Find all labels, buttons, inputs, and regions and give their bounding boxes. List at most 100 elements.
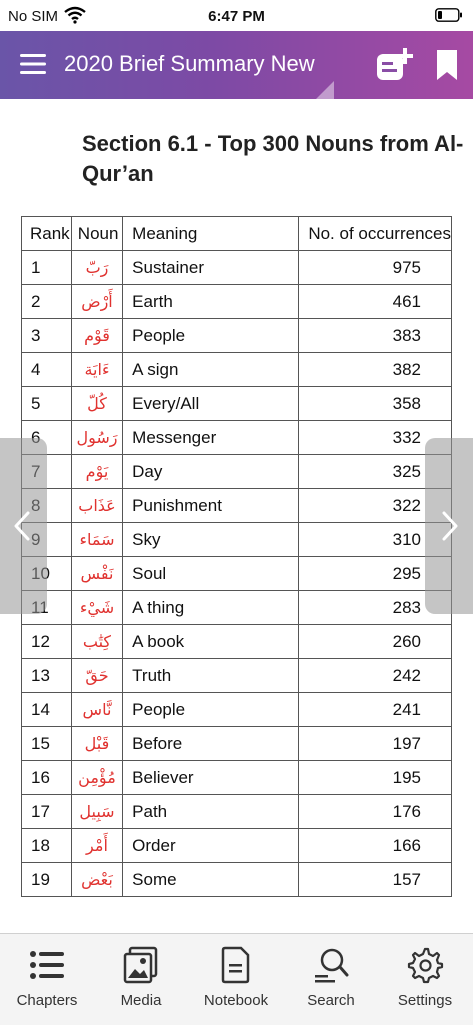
meaning-cell: A book bbox=[122, 624, 300, 659]
noun-cell: رَبّ bbox=[70, 250, 124, 285]
meaning-cell: Believer bbox=[122, 760, 300, 795]
noun-cell: حَقّ bbox=[70, 658, 124, 693]
occurrences-cell: 157 bbox=[298, 862, 452, 897]
document-icon bbox=[221, 946, 250, 984]
noun-cell: أَمْر bbox=[70, 828, 124, 863]
table-row: 15 قَبْل Before 197 bbox=[21, 726, 452, 761]
rank-cell: 3 bbox=[21, 318, 72, 353]
occurrences-cell: 241 bbox=[298, 692, 452, 727]
noun-cell: ءَايَة bbox=[70, 352, 124, 387]
meaning-cell: Earth bbox=[122, 284, 300, 319]
table-row: 5 كُلّ Every/All 358 bbox=[21, 386, 452, 421]
menu-icon[interactable] bbox=[20, 53, 46, 75]
noun-cell: شَيْء bbox=[70, 590, 124, 625]
meaning-cell: Path bbox=[122, 794, 300, 829]
table-row: 16 مُؤْمِن Believer 195 bbox=[21, 760, 452, 795]
rank-cell: 14 bbox=[21, 692, 72, 727]
noun-cell: نَّاس bbox=[70, 692, 124, 727]
table-row: 8عَذَابPunishment322 bbox=[21, 488, 452, 523]
photos-icon bbox=[123, 946, 158, 984]
rank-cell: 1 bbox=[21, 250, 72, 285]
occurrences-cell: 195 bbox=[298, 760, 452, 795]
table-row: 12 كِتَٰب A book 260 bbox=[21, 624, 452, 659]
meaning-cell: A thing bbox=[122, 590, 300, 625]
occurrences-cell: 383 bbox=[298, 318, 452, 353]
meaning-cell: Soul bbox=[122, 556, 300, 591]
noun-cell: قَوْم bbox=[70, 318, 124, 353]
column-header-occurrences: No. of occurrences bbox=[298, 216, 452, 251]
tab-notebook[interactable]: Notebook bbox=[189, 934, 283, 1025]
meaning-cell: People bbox=[122, 692, 300, 727]
table-row: 3 قَوْم People 383 bbox=[21, 318, 452, 353]
rank-cell: 5 bbox=[21, 386, 72, 421]
add-note-icon[interactable] bbox=[376, 48, 414, 82]
table-header-row: Rank Noun Meaning No. of occurrences bbox=[21, 216, 452, 251]
meaning-cell: Every/All bbox=[122, 386, 300, 421]
table-row: 10نَفْسSoul295 bbox=[21, 556, 452, 591]
corner-fold-icon bbox=[316, 81, 334, 99]
tab-label: Media bbox=[120, 992, 162, 1009]
previous-page-button[interactable] bbox=[0, 438, 47, 614]
meaning-cell: Day bbox=[122, 454, 300, 489]
tab-label: Chapters bbox=[16, 992, 78, 1009]
battery-icon bbox=[435, 8, 462, 22]
noun-cell: نَفْس bbox=[70, 556, 124, 591]
noun-cell: قَبْل bbox=[70, 726, 124, 761]
table-row: 2 أَرْض Earth 461 bbox=[21, 284, 452, 319]
rank-cell: 17 bbox=[21, 794, 72, 829]
noun-cell: سَبِيل bbox=[70, 794, 124, 829]
tab-search[interactable]: Search bbox=[284, 934, 378, 1025]
table-row: 19 بَعْض Some 157 bbox=[21, 862, 452, 897]
noun-cell: بَعْض bbox=[70, 862, 124, 897]
list-icon bbox=[30, 951, 64, 979]
table-row: 4 ءَايَة A sign 382 bbox=[21, 352, 452, 387]
table-row: 1 رَبّ Sustainer 975 bbox=[21, 250, 452, 285]
gear-icon bbox=[407, 947, 444, 984]
occurrences-cell: 197 bbox=[298, 726, 452, 761]
noun-cell: كِتَٰب bbox=[70, 624, 124, 659]
content-area: Section 6.1 - Top 300 Nouns from Al-Qur’… bbox=[0, 99, 473, 933]
tab-label: Search bbox=[307, 992, 355, 1009]
bookmark-icon[interactable] bbox=[436, 49, 458, 81]
rank-cell: 13 bbox=[21, 658, 72, 693]
meaning-cell: Sustainer bbox=[122, 250, 300, 285]
tab-label: Notebook bbox=[203, 992, 269, 1009]
occurrences-cell: 260 bbox=[298, 624, 452, 659]
column-header-meaning: Meaning bbox=[122, 216, 300, 251]
occurrences-cell: 166 bbox=[298, 828, 452, 863]
next-page-button[interactable] bbox=[425, 438, 473, 614]
rank-cell: 16 bbox=[21, 760, 72, 795]
meaning-cell: Messenger bbox=[122, 420, 300, 455]
noun-cell: أَرْض bbox=[70, 284, 124, 319]
noun-cell: كُلّ bbox=[70, 386, 124, 421]
occurrences-cell: 975 bbox=[298, 250, 452, 285]
occurrences-cell: 382 bbox=[298, 352, 452, 387]
tab-media[interactable]: Media bbox=[94, 934, 188, 1025]
chevron-left-icon bbox=[14, 511, 30, 541]
tab-settings[interactable]: Settings bbox=[378, 934, 472, 1025]
rank-cell: 18 bbox=[21, 828, 72, 863]
table-row: 9سَمَاءSky310 bbox=[21, 522, 452, 557]
rank-cell: 4 bbox=[21, 352, 72, 387]
meaning-cell: Sky bbox=[122, 522, 300, 557]
noun-cell: مُؤْمِن bbox=[70, 760, 124, 795]
occurrences-cell: 176 bbox=[298, 794, 452, 829]
meaning-cell: Some bbox=[122, 862, 300, 897]
status-bar: No SIM 6:47 PM bbox=[0, 0, 473, 31]
app-header: 2020 Brief Summary New bbox=[0, 31, 473, 99]
table-row: 17 سَبِيل Path 176 bbox=[21, 794, 452, 829]
page-title: Section 6.1 - Top 300 Nouns from Al-Qur’… bbox=[82, 131, 464, 186]
occurrences-cell: 461 bbox=[298, 284, 452, 319]
noun-cell: رَسُول bbox=[70, 420, 124, 455]
table-row: 13 حَقّ Truth 242 bbox=[21, 658, 452, 693]
column-header-rank: Rank bbox=[21, 216, 72, 251]
meaning-cell: Punishment bbox=[122, 488, 300, 523]
rank-cell: 19 bbox=[21, 862, 72, 897]
bottom-tab-bar: Chapters Media Notebook Search Settings bbox=[0, 933, 473, 1025]
tab-chapters[interactable]: Chapters bbox=[0, 934, 94, 1025]
occurrences-cell: 242 bbox=[298, 658, 452, 693]
table-row: 6 رَسُول Messenger 332 bbox=[21, 420, 452, 455]
table-row: 18 أَمْر Order 166 bbox=[21, 828, 452, 863]
table-row: 11شَيْءA thing283 bbox=[21, 590, 452, 625]
rank-cell: 15 bbox=[21, 726, 72, 761]
